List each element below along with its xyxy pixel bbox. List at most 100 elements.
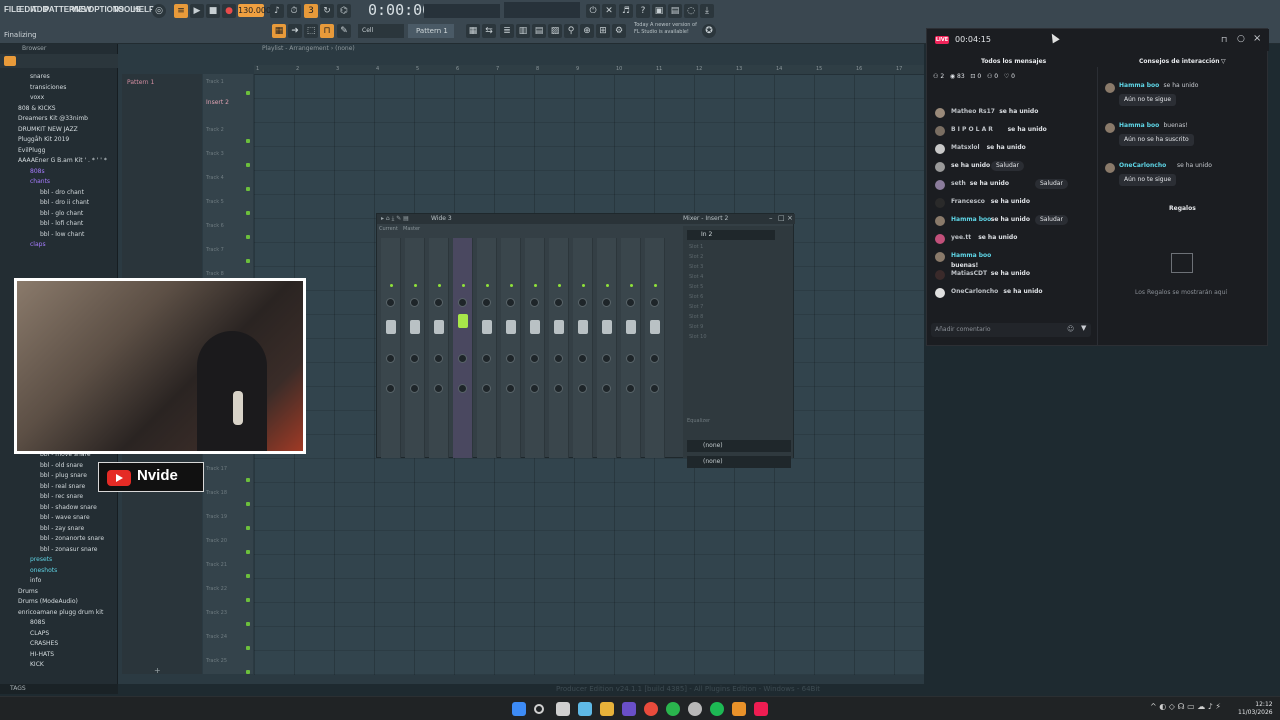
stereo-knob[interactable]	[410, 354, 419, 363]
track-label[interactable]: Track 2	[206, 127, 224, 133]
close-icon[interactable]: ×	[1253, 33, 1261, 44]
insert-track-label[interactable]: Insert 2	[206, 99, 229, 106]
route-knob[interactable]	[386, 384, 395, 393]
stereo-knob[interactable]	[434, 354, 443, 363]
mixer-strip[interactable]	[573, 238, 593, 458]
tab-interaction-tips[interactable]: Consejos de interacción	[1139, 58, 1220, 65]
news-panel[interactable]: Today A newer version of FL Studio is av…	[634, 22, 710, 36]
stereo-knob[interactable]	[650, 354, 659, 363]
stereo-knob[interactable]	[602, 354, 611, 363]
mixer-strip[interactable]	[621, 238, 641, 458]
track-mute-led[interactable]	[246, 646, 250, 650]
mixer-send-led[interactable]	[390, 284, 393, 287]
track-label[interactable]: Track 18	[206, 490, 227, 496]
track-label[interactable]: Track 23	[206, 610, 227, 616]
chat-username[interactable]: Hamma boo	[951, 215, 991, 225]
clone-pattern-icon[interactable]: ⇆	[482, 24, 496, 38]
chat-username[interactable]: seth	[951, 179, 966, 189]
browser-menu-icon[interactable]	[4, 56, 16, 66]
metronome-icon[interactable]: ♪	[270, 4, 284, 18]
greet-button[interactable]: Saludar	[1035, 179, 1068, 189]
browser-item[interactable]: 808s	[0, 167, 118, 177]
track-label[interactable]: Track 7	[206, 247, 224, 253]
settings-icon[interactable]: ○	[1237, 34, 1245, 44]
mixer-strip[interactable]	[597, 238, 617, 458]
mixer-send-led[interactable]	[486, 284, 489, 287]
pan-knob[interactable]	[626, 298, 635, 307]
pan-knob[interactable]	[578, 298, 587, 307]
chat-username[interactable]: Francesco	[951, 197, 985, 207]
pan-knob[interactable]	[650, 298, 659, 307]
track-label[interactable]: Track 6	[206, 223, 224, 229]
mixer-fx-slot[interactable]: Slot 9	[689, 324, 703, 330]
tiktok-live-icon[interactable]	[754, 702, 768, 716]
search-icon[interactable]	[534, 704, 544, 714]
pattern-song-toggle[interactable]: ≡	[174, 4, 188, 18]
mixer-preset-label[interactable]: Wide 3	[431, 215, 452, 222]
mixer-send-led[interactable]	[630, 284, 633, 287]
greet-button[interactable]: Saludar	[991, 161, 1024, 171]
mixer-strip[interactable]	[381, 238, 401, 458]
piano-icon[interactable]: ▤	[668, 4, 682, 18]
cpu-icon[interactable]: ⏻	[586, 4, 600, 18]
route-knob[interactable]	[602, 384, 611, 393]
track-label[interactable]: Track 24	[206, 634, 227, 640]
browser-item[interactable]: 808S	[0, 618, 118, 628]
browser-item[interactable]: Pluggåh Kit 2019	[0, 135, 118, 145]
track-label[interactable]: Track 3	[206, 151, 224, 157]
browser-item[interactable]: claps	[0, 240, 118, 250]
mixer-titlebar[interactable]: ▸ ⌂ ⤓ ✎ ▤ Wide 3 Mixer - Insert 2 – □ ×	[377, 214, 795, 224]
mixer-send-led[interactable]	[534, 284, 537, 287]
mixer-send-led[interactable]	[558, 284, 561, 287]
touch-icon[interactable]: ⊕	[580, 24, 594, 38]
browser-item[interactable]: DRUMKIT NEW JAZZ	[0, 125, 118, 135]
browser-item[interactable]: presets	[0, 555, 118, 565]
track-label[interactable]: Track 8	[206, 271, 224, 277]
user-avatar[interactable]	[935, 144, 945, 154]
browser-item[interactable]: CLAPS	[0, 629, 118, 639]
blend-notes-icon[interactable]: ⌬	[337, 4, 351, 18]
tip-username[interactable]: Hamma boo	[1119, 82, 1159, 89]
tab-all-messages[interactable]: Todos los mensajes	[981, 58, 1046, 65]
track-mute-led[interactable]	[246, 211, 250, 215]
track-label[interactable]: Track 1	[206, 79, 224, 85]
start-icon[interactable]	[512, 702, 526, 716]
browser-item[interactable]: bbl - lofi chant	[0, 219, 118, 229]
chrome-icon[interactable]	[644, 702, 658, 716]
mixer-send-led[interactable]	[462, 284, 465, 287]
tip-user-avatar[interactable]	[1105, 123, 1115, 133]
chat-username[interactable]: MatiasCDT	[951, 269, 987, 279]
browser-item[interactable]: bbl - wave snare	[0, 513, 118, 523]
playlist-toggle-icon[interactable]: ▦	[272, 24, 286, 38]
user-avatar[interactable]	[935, 270, 945, 280]
stereo-knob[interactable]	[554, 354, 563, 363]
mixer-fx-slot[interactable]: Slot 10	[689, 334, 707, 340]
mixer-strip[interactable]	[525, 238, 545, 458]
tip-action-button[interactable]: Aún no se ha suscrito	[1119, 134, 1194, 146]
record-mode-icon[interactable]: ◎	[152, 4, 166, 18]
mixer-send-led[interactable]	[582, 284, 585, 287]
volume-fader[interactable]	[650, 320, 660, 334]
browser-item[interactable]: KICK	[0, 660, 118, 670]
stereo-knob[interactable]	[626, 354, 635, 363]
stereo-knob[interactable]	[506, 354, 515, 363]
browser-item[interactable]: bbl - dro ii chant	[0, 198, 118, 208]
spotify-icon[interactable]	[710, 702, 724, 716]
whatsapp-icon[interactable]	[666, 702, 680, 716]
volume-fader[interactable]	[482, 320, 492, 334]
filter-icon[interactable]: ▽	[1221, 58, 1226, 65]
pattern-item[interactable]: Pattern 1	[127, 79, 154, 86]
loop-record-icon[interactable]: ↻	[320, 4, 334, 18]
play-button[interactable]: ▶	[190, 4, 204, 18]
track-label[interactable]: Track 20	[206, 538, 227, 544]
volume-fader[interactable]	[626, 320, 636, 334]
mixer-icon[interactable]: ≣	[500, 24, 514, 38]
pan-knob[interactable]	[386, 298, 395, 307]
chat-username[interactable]: Matheo Rs17	[951, 107, 995, 117]
track-mute-led[interactable]	[246, 163, 250, 167]
stereo-knob[interactable]	[578, 354, 587, 363]
lock-icon[interactable]: ⊓	[1221, 35, 1227, 44]
track-label[interactable]: Track 22	[206, 586, 227, 592]
track-mute-led[interactable]	[246, 187, 250, 191]
mixer-output-select-2[interactable]: (none)	[687, 456, 791, 468]
